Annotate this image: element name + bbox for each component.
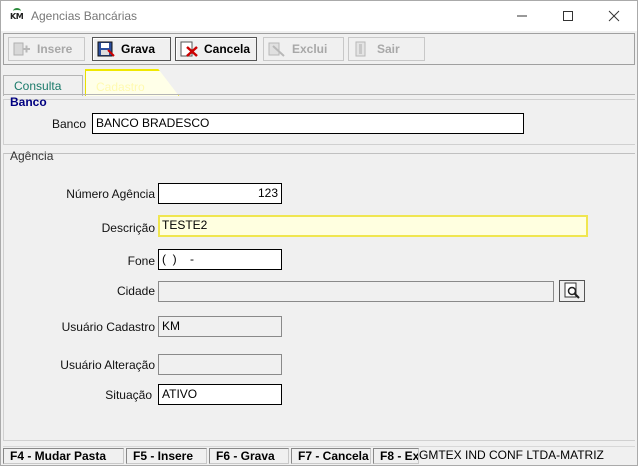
minimize-icon bbox=[517, 15, 527, 17]
cidade-lookup-button[interactable] bbox=[559, 280, 585, 302]
insere-button[interactable]: Insere bbox=[8, 37, 85, 61]
usuario-alteracao-field bbox=[158, 354, 282, 375]
status-f4: F4 - Mudar Pasta bbox=[3, 448, 124, 464]
close-icon bbox=[608, 10, 620, 22]
banco-group-legend: Banco bbox=[10, 95, 47, 109]
usuario-cadastro-label: Usuário Cadastro bbox=[61, 320, 155, 334]
close-button[interactable] bbox=[591, 1, 637, 31]
window-title: Agencias Bancárias bbox=[31, 9, 138, 23]
banco-field[interactable]: BANCO BRADESCO bbox=[92, 113, 524, 134]
situacao-label: Situação bbox=[105, 388, 152, 402]
cancela-label: Cancela bbox=[204, 42, 251, 56]
exclui-button[interactable]: Exclui bbox=[263, 37, 344, 61]
grava-button[interactable]: Grava bbox=[92, 37, 171, 61]
cidade-field[interactable] bbox=[158, 281, 554, 302]
descricao-field[interactable]: TESTE2 bbox=[158, 215, 588, 237]
tab-strip: Consulta Cadastro bbox=[3, 69, 635, 96]
cancela-button[interactable]: Cancela bbox=[175, 37, 257, 61]
numero-agencia-field[interactable]: 123 bbox=[158, 183, 282, 204]
status-f5: F5 - Insere bbox=[126, 448, 207, 464]
save-icon bbox=[97, 41, 115, 57]
status-company: GMTEX IND CONF LTDA-MATRIZ bbox=[419, 448, 604, 462]
toolbar: Insere Grava Cancela Exclui Sair bbox=[3, 33, 635, 65]
grava-label: Grava bbox=[121, 42, 156, 56]
status-f7: F7 - Cancela bbox=[291, 448, 371, 464]
insere-label: Insere bbox=[37, 42, 73, 56]
status-f8: F8 - Ex bbox=[373, 448, 419, 464]
maximize-button[interactable] bbox=[545, 1, 591, 31]
usuario-alteracao-label: Usuário Alteração bbox=[60, 358, 155, 372]
fone-label: Fone bbox=[127, 254, 155, 268]
insert-record-icon bbox=[13, 42, 30, 56]
tab-consulta[interactable]: Consulta bbox=[3, 75, 83, 96]
title-bar: KM Agencias Bancárias bbox=[1, 1, 637, 31]
descricao-label: Descrição bbox=[101, 221, 155, 235]
numero-agencia-label: Número Agência bbox=[66, 187, 155, 201]
fone-field[interactable]: ( ) - bbox=[158, 249, 282, 270]
app-logo-icon: KM bbox=[10, 8, 28, 22]
search-document-icon bbox=[564, 282, 580, 299]
banco-label: Banco bbox=[51, 117, 86, 131]
cidade-label: Cidade bbox=[116, 284, 155, 298]
cancel-icon bbox=[180, 41, 198, 57]
agencias-window: KM Agencias Bancárias Insere Grava Cance… bbox=[0, 0, 638, 466]
exclui-label: Exclui bbox=[292, 42, 328, 56]
situacao-field[interactable]: ATIVO bbox=[158, 384, 282, 405]
sair-label: Sair bbox=[377, 42, 400, 56]
tab-cadastro[interactable]: Cadastro bbox=[85, 69, 179, 96]
agencia-group-legend: Agência bbox=[10, 149, 54, 163]
exit-door-icon bbox=[355, 41, 366, 57]
status-f6: F6 - Grava bbox=[209, 448, 289, 464]
maximize-icon bbox=[563, 11, 573, 21]
status-bar: F4 - Mudar Pasta F5 - Insere F6 - Grava … bbox=[3, 446, 635, 464]
minimize-button[interactable] bbox=[499, 1, 545, 31]
usuario-cadastro-field: KM bbox=[158, 316, 282, 337]
sair-button[interactable]: Sair bbox=[348, 37, 425, 61]
delete-icon bbox=[268, 42, 285, 57]
